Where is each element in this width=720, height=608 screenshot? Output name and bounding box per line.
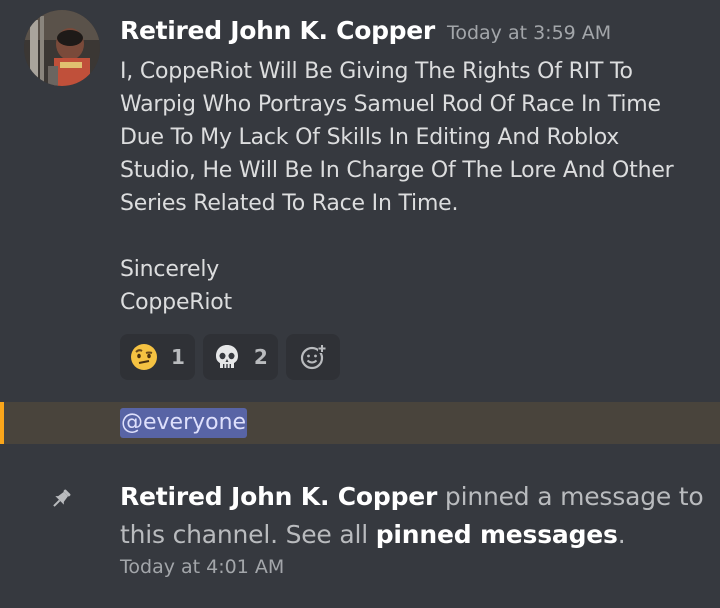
reaction-raised-eyebrow[interactable]: 1	[120, 334, 195, 380]
message-line: Series Related To Race In Time.	[120, 191, 459, 216]
pin-icon	[48, 486, 74, 512]
avatar[interactable]	[24, 10, 100, 86]
pinned-messages-link[interactable]: pinned messages	[376, 520, 618, 549]
reactions-bar: 1 2	[120, 334, 340, 380]
system-text-end: .	[617, 520, 626, 549]
chat-view: Retired John K. Copper Today at 3:59 AM I…	[0, 0, 720, 608]
message-signoff: Sincerely	[120, 257, 220, 282]
system-author-name[interactable]: Retired John K. Copper	[120, 482, 437, 511]
message-signature: CoppeRiot	[120, 290, 232, 315]
message-line: I, CoppeRiot Will Be Giving The Rights O…	[120, 59, 633, 84]
reaction-skull[interactable]: 2	[202, 334, 278, 380]
everyone-mention[interactable]: @everyone	[120, 408, 248, 438]
mention-message: @everyone	[0, 402, 720, 444]
face-with-raised-eyebrow-icon	[130, 343, 158, 371]
message-line: Due To My Lack Of Skills In Editing And …	[120, 125, 620, 150]
skull-icon	[213, 343, 241, 371]
add-reaction-button[interactable]	[285, 334, 340, 380]
message-header: Retired John K. Copper Today at 3:59 AM	[120, 16, 611, 45]
message-timestamp: Today at 3:59 AM	[446, 22, 612, 44]
system-timestamp: Today at 4:01 AM	[120, 556, 285, 578]
reaction-count: 2	[253, 345, 268, 369]
message-line: Warpig Who Portrays Samuel Rod Of Race I…	[120, 92, 661, 117]
reaction-count: 1	[171, 345, 185, 369]
author-name[interactable]: Retired John K. Copper	[120, 16, 435, 45]
message-body: I, CoppeRiot Will Be Giving The Rights O…	[120, 55, 710, 319]
add-reaction-icon	[299, 343, 327, 371]
pinned-system-message: Retired John K. Copper pinned a message …	[120, 478, 710, 554]
message-line: Studio, He Will Be In Charge Of The Lore…	[120, 158, 674, 183]
